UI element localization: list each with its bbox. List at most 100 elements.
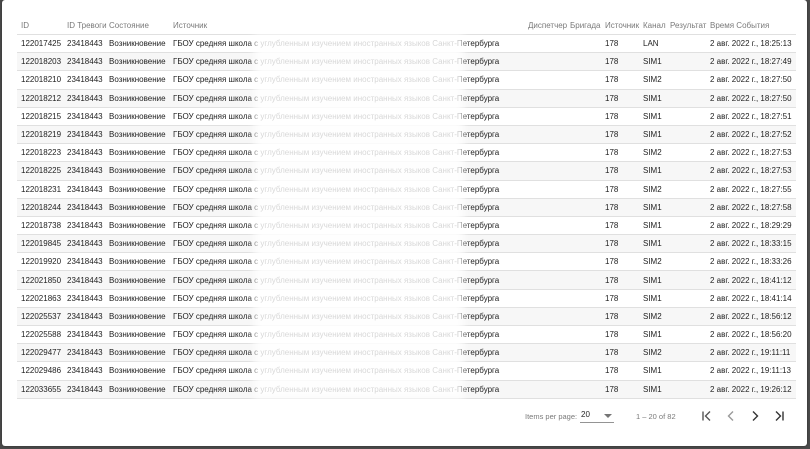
col-source-code-cell: 178 xyxy=(601,107,639,126)
col-brigade-cell xyxy=(566,252,601,272)
table-row[interactable]: 122018203 23418443 Возникновение ГБОУ средн… xyxy=(17,52,796,72)
col-channel-cell: SIM1 xyxy=(639,89,666,108)
col-channel-cell: SIM2 xyxy=(639,70,666,90)
col-alarm-id-header[interactable]: ID Тревоги xyxy=(63,17,107,35)
col-dispatcher-cell xyxy=(524,107,566,126)
col-source-cell: ГБОУ средняя школа с углубленным изучени… xyxy=(169,107,524,126)
col-event-time-cell: 2 авг. 2022 г., 19:26:12 xyxy=(706,380,796,399)
col-channel-cell: SIM1 xyxy=(639,325,666,345)
first-page-button[interactable] xyxy=(698,407,716,425)
col-source-cell: ГБОУ средняя школа с углубленным изучени… xyxy=(169,270,524,290)
col-channel-cell: SIM2 xyxy=(639,143,666,163)
col-source-cell: ГБОУ средняя школа с углубленным изучени… xyxy=(169,89,524,108)
col-alarm-id-cell: 23418443 xyxy=(63,198,105,217)
col-source-code-cell: 178 xyxy=(601,380,639,399)
col-source-cell: ГБОУ средняя школа с углубленным изучени… xyxy=(169,361,524,381)
table-row[interactable]: 122018212 23418443 Возникновение ГБОУ средн… xyxy=(17,89,796,108)
col-source-header[interactable]: Источник xyxy=(169,17,524,35)
col-dispatcher-cell xyxy=(524,234,566,254)
col-result-cell xyxy=(666,325,706,345)
col-channel-header[interactable]: Канал xyxy=(639,17,666,35)
col-source-cell: ГБОУ средняя школа с углубленным изучени… xyxy=(169,161,524,181)
col-id-cell: 122025537 xyxy=(17,307,63,327)
col-event-time-header[interactable]: Время События xyxy=(706,17,796,35)
items-per-page-label: Items per page: xyxy=(525,412,578,421)
last-page-button[interactable] xyxy=(770,407,788,425)
col-id-cell: 122029486 xyxy=(17,361,63,381)
col-event-time-cell: 2 авг. 2022 г., 18:27:51 xyxy=(706,107,796,126)
col-source-cell: ГБОУ средняя школа с углубленным изучени… xyxy=(169,52,524,72)
page-size-value: 20 xyxy=(581,410,590,419)
col-dispatcher-cell xyxy=(524,325,566,345)
col-dispatcher-cell xyxy=(524,70,566,90)
table-row[interactable]: 122018738 23418443 Возникновение ГБОУ средн… xyxy=(17,216,796,236)
col-dispatcher-header[interactable]: Диспетчер xyxy=(524,17,567,35)
col-result-cell xyxy=(666,198,706,217)
table-row[interactable]: 122018210 23418443 Возникновение ГБОУ средн… xyxy=(17,70,796,90)
table-row[interactable]: 122018244 23418443 Возникновение ГБОУ средн… xyxy=(17,198,796,217)
table-row[interactable]: 122018231 23418443 Возникновение ГБОУ средн… xyxy=(17,180,796,199)
table-row[interactable]: 122018223 23418443 Возникновение ГБОУ средн… xyxy=(17,143,796,163)
col-source-code-cell: 178 xyxy=(601,252,639,272)
table-row[interactable]: 122025588 23418443 Возникновение ГБОУ средн… xyxy=(17,325,796,345)
col-source-cell: ГБОУ средняя школа с углубленным изучени… xyxy=(169,343,524,363)
col-brigade-cell xyxy=(566,161,601,181)
table-row[interactable]: 122021863 23418443 Возникновение ГБОУ средн… xyxy=(17,289,796,308)
col-source-code-cell: 178 xyxy=(601,89,639,108)
col-id-cell: 122018212 xyxy=(17,89,63,108)
table-row[interactable]: 122019920 23418443 Возникновение ГБОУ средн… xyxy=(17,252,796,272)
col-source-code-cell: 178 xyxy=(601,198,639,217)
table-row[interactable]: 122025537 23418443 Возникновение ГБОУ средн… xyxy=(17,307,796,327)
table-row[interactable]: 122029477 23418443 Возникновение ГБОУ средн… xyxy=(17,343,796,363)
col-result-cell xyxy=(666,380,706,399)
col-source-cell: ГБОУ средняя школа с углубленным изучени… xyxy=(169,70,524,90)
col-id-cell: 122018738 xyxy=(17,216,63,236)
col-result-cell xyxy=(666,34,706,54)
col-state-cell: Возникновение xyxy=(105,70,169,90)
col-id-cell: 122018225 xyxy=(17,161,63,181)
col-event-time-cell: 2 авг. 2022 г., 18:41:12 xyxy=(706,270,796,290)
col-source-code-cell: 178 xyxy=(601,216,639,236)
col-channel-cell: SIM1 xyxy=(639,107,666,126)
col-result-cell xyxy=(666,343,706,363)
col-source-code-cell: 178 xyxy=(601,234,639,254)
table-row[interactable]: 122017425 23418443 Возникновение ГБОУ средн… xyxy=(17,34,796,54)
col-dispatcher-cell xyxy=(524,143,566,163)
col-dispatcher-cell xyxy=(524,343,566,363)
col-source-cell: ГБОУ средняя школа с углубленным изучени… xyxy=(169,380,524,399)
table-row[interactable]: 122018215 23418443 Возникновение ГБОУ средн… xyxy=(17,107,796,126)
col-alarm-id-cell: 23418443 xyxy=(63,34,105,54)
col-result-cell xyxy=(666,361,706,381)
col-event-time-cell: 2 авг. 2022 г., 18:41:14 xyxy=(706,289,796,308)
col-result-header[interactable]: Результат xyxy=(666,17,706,35)
col-state-cell: Возникновение xyxy=(105,161,169,181)
col-state-cell: Возникновение xyxy=(105,361,169,381)
next-page-button[interactable] xyxy=(746,407,764,425)
dropdown-arrow-icon xyxy=(604,414,612,418)
previous-page-button[interactable] xyxy=(722,407,740,425)
paginator: Items per page: 20 1 – 20 of 82 xyxy=(17,403,796,429)
chevron-left-icon xyxy=(727,411,734,421)
col-channel-cell: LAN xyxy=(639,34,666,54)
table-row[interactable]: 122019845 23418443 Возникновение ГБОУ средн… xyxy=(17,234,796,254)
col-id-header[interactable]: ID xyxy=(17,17,63,35)
col-brigade-cell xyxy=(566,198,601,217)
table-row[interactable]: 122021850 23418443 Возникновение ГБОУ средн… xyxy=(17,270,796,290)
table-row[interactable]: 122033655 23418443 Возникновение ГБОУ средн… xyxy=(17,380,796,399)
col-alarm-id-cell: 23418443 xyxy=(63,143,105,163)
col-source-code-header[interactable]: Источник xyxy=(601,17,639,35)
col-channel-cell: SIM1 xyxy=(639,270,666,290)
col-dispatcher-cell xyxy=(524,198,566,217)
col-state-header[interactable]: Состояние xyxy=(105,17,169,35)
col-result-cell xyxy=(666,289,706,308)
col-event-time-cell: 2 авг. 2022 г., 18:33:26 xyxy=(706,252,796,272)
col-event-time-cell: 2 авг. 2022 г., 19:11:13 xyxy=(706,361,796,381)
col-dispatcher-cell xyxy=(524,361,566,381)
table-row[interactable]: 122018225 23418443 Возникновение ГБОУ средн… xyxy=(17,161,796,181)
col-state-cell: Возникновение xyxy=(105,52,169,72)
col-brigade-header[interactable]: Бригада xyxy=(566,17,601,35)
table-row[interactable]: 122018219 23418443 Возникновение ГБОУ средн… xyxy=(17,125,796,145)
col-alarm-id-cell: 23418443 xyxy=(63,343,105,363)
table-row[interactable]: 122029486 23418443 Возникновение ГБОУ средн… xyxy=(17,361,796,381)
page-size-select[interactable]: 20 xyxy=(580,408,614,423)
